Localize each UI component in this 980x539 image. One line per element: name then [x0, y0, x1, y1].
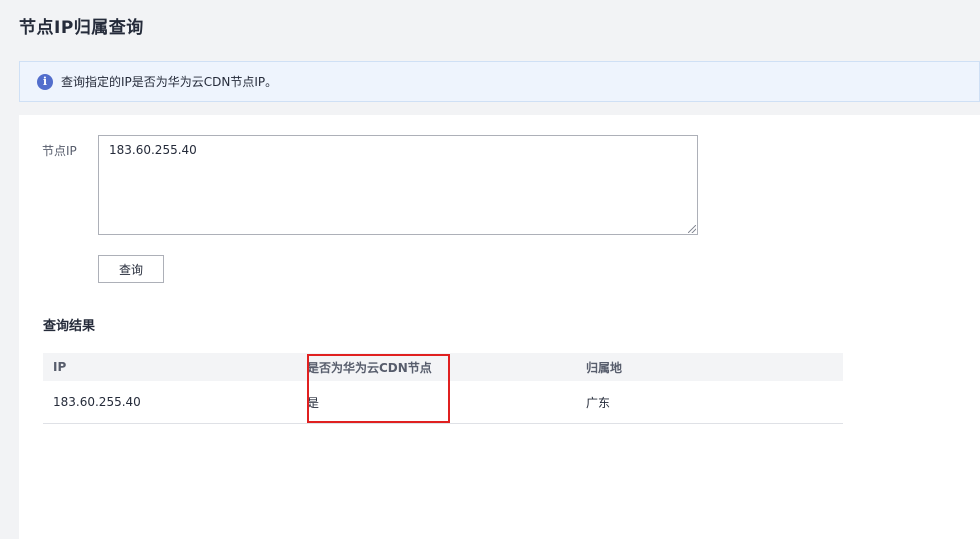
results-title: 查询结果 [43, 319, 96, 334]
highlight-annotation [307, 354, 450, 423]
info-icon: i [37, 73, 53, 90]
cell-ip: 183.60.255.40 [53, 395, 141, 409]
ip-textarea[interactable]: 183.60.255.40 [98, 135, 698, 235]
column-header-ip: IP [53, 360, 67, 374]
resize-grip-icon[interactable] [688, 225, 696, 233]
ip-field-label: 节点IP [42, 144, 77, 158]
info-text: 查询指定的IP是否为华为云CDN节点IP。 [61, 75, 278, 89]
query-button[interactable]: 查询 [98, 255, 164, 283]
column-header-location: 归属地 [586, 360, 623, 375]
cell-location: 广东 [586, 395, 611, 410]
page-title: 节点IP归属查询 [19, 18, 144, 38]
info-notice: i 查询指定的IP是否为华为云CDN节点IP。 [19, 61, 980, 102]
query-panel: 节点IP 183.60.255.40 查询 查询结果 IP 是否为华为云CDN节… [19, 115, 980, 539]
